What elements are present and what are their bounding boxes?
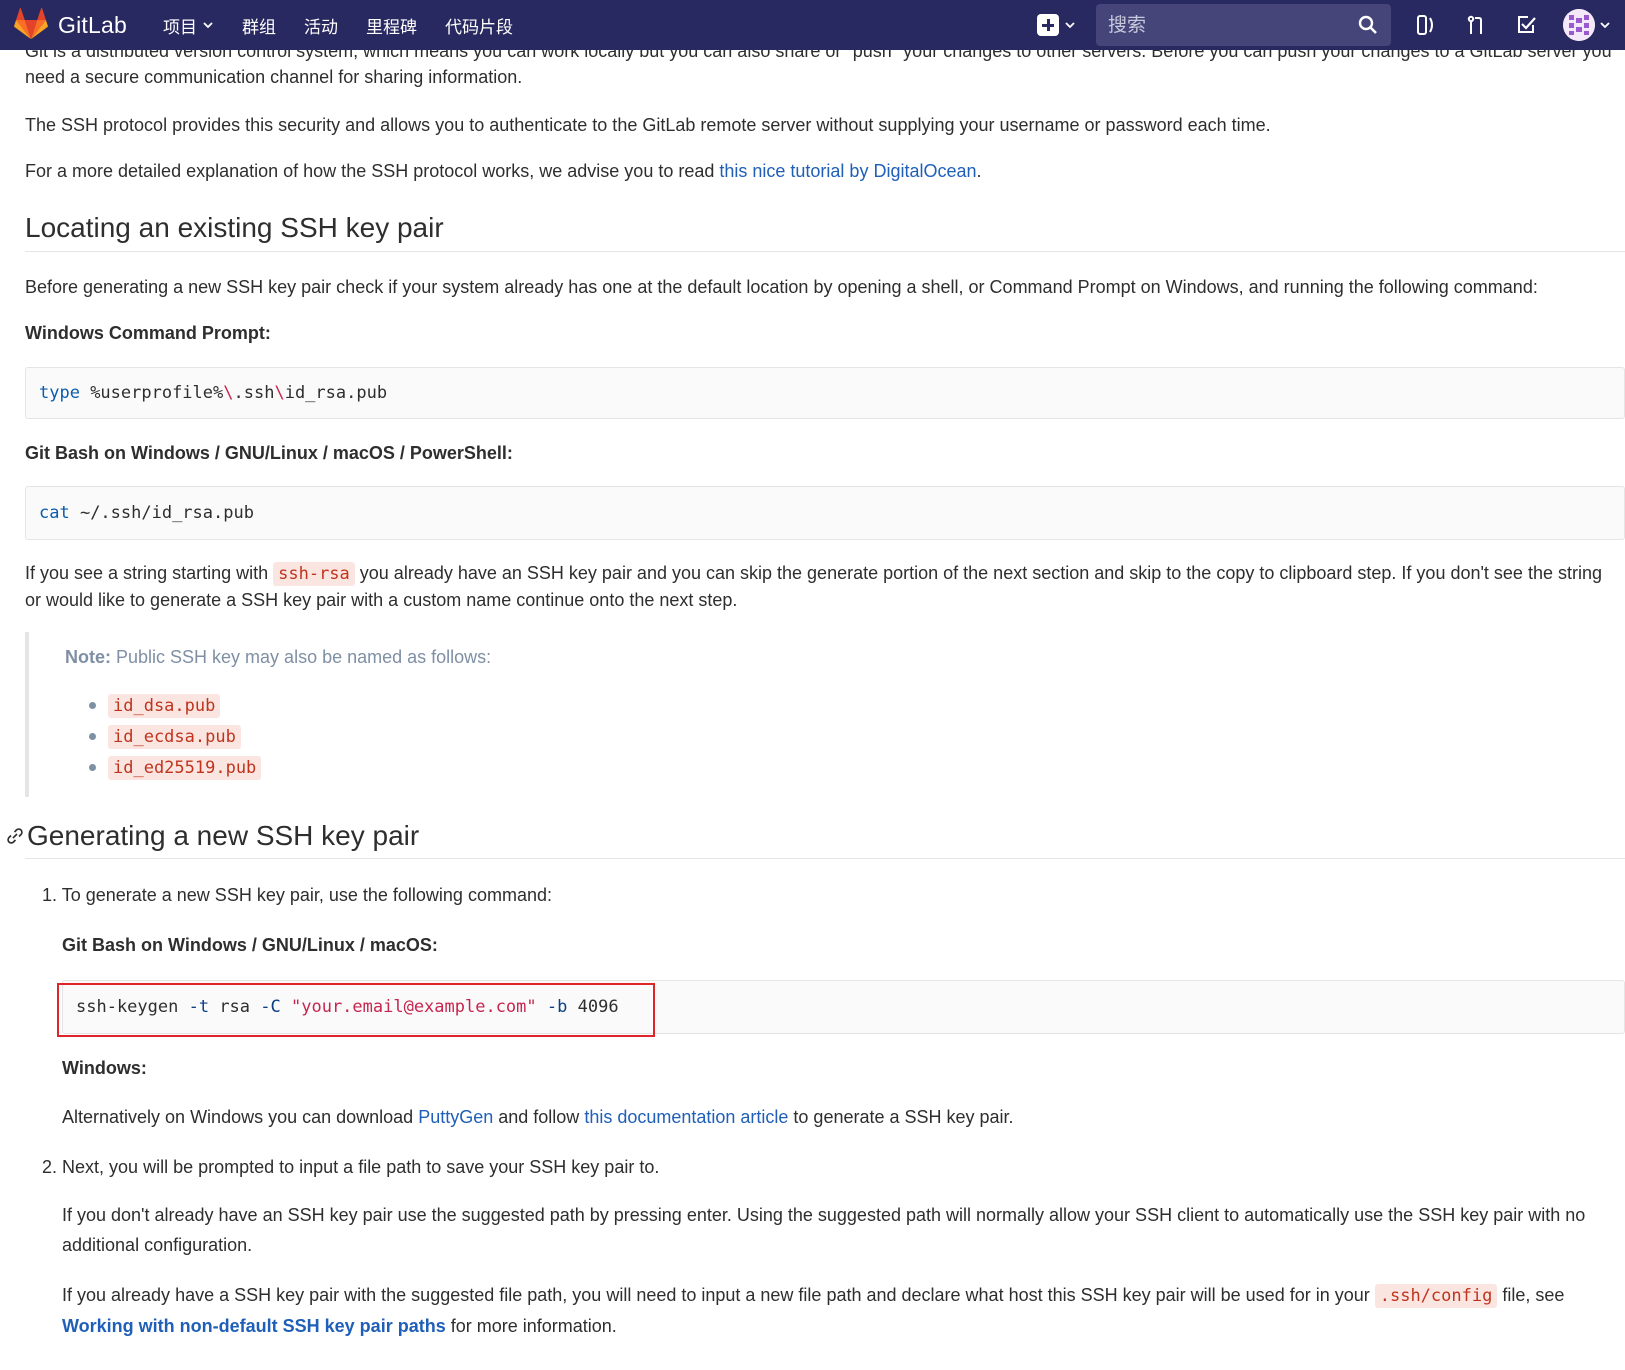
- inline-code: id_ed25519.pub: [108, 755, 262, 780]
- inline-code: id_dsa.pub: [108, 693, 221, 718]
- ifalready-end: for more information.: [445, 1316, 617, 1336]
- inline-code: .ssh/config: [1374, 1284, 1498, 1308]
- nav-snippets[interactable]: 代码片段: [445, 13, 513, 38]
- bullet: [89, 733, 96, 740]
- chevron-down-icon: [203, 22, 213, 29]
- main-nav: 项目 群组 活动 里程碑 代码片段: [163, 13, 541, 38]
- ifsee-prefix: If you see a string starting with: [25, 563, 274, 583]
- list-item: id_ecdsa.pub: [89, 721, 261, 752]
- non-default-paths-link[interactable]: Working with non-default SSH key pair pa…: [62, 1316, 446, 1336]
- locate-heading: Locating an existing SSH key pair: [25, 212, 444, 243]
- alt-suffix: to generate a SSH key pair.: [788, 1107, 1014, 1127]
- nav-activity-label: 活动: [303, 17, 338, 37]
- nav-groups[interactable]: 群组: [242, 13, 276, 38]
- code-escape: \: [274, 383, 285, 403]
- alternatively-paragraph: Alternatively on Windows you can downloa…: [62, 1104, 1014, 1130]
- nav-activity[interactable]: 活动: [304, 13, 338, 38]
- todos-icon[interactable]: [1513, 12, 1539, 38]
- step-2-number: 2.: [42, 1157, 58, 1177]
- code-text: ~/.ssh/id_rsa.pub: [69, 503, 254, 523]
- search-icon[interactable]: [1357, 14, 1379, 36]
- step-1-number: 1.: [42, 885, 58, 905]
- windows-cmd-label: Windows Command Prompt:: [25, 323, 271, 343]
- plus-square-icon: [1037, 14, 1059, 36]
- issues-icon[interactable]: [1413, 12, 1439, 38]
- ifalready-suffix: file, see: [1497, 1285, 1565, 1305]
- code-escape: \: [223, 383, 234, 403]
- note-blockquote: Note: Public SSH key may also be named a…: [25, 632, 625, 797]
- before-paragraph: Before generating a new SSH key pair che…: [25, 277, 1538, 297]
- divider: [25, 251, 1625, 252]
- step-1: 1. To generate a new SSH key pair, use t…: [42, 882, 552, 908]
- nav-projects-label: 项目: [162, 17, 197, 37]
- code-block-gitbash: cat ~/.ssh/id_rsa.pub: [25, 486, 1625, 540]
- gitbash-label: Git Bash on Windows / GNU/Linux / macOS …: [25, 443, 513, 463]
- merge-requests-icon[interactable]: [1463, 12, 1489, 38]
- code-text: .ssh: [233, 383, 275, 403]
- divider: [25, 858, 1625, 859]
- avatar: [1563, 9, 1595, 41]
- note-text: Note: Public SSH key may also be named a…: [65, 644, 491, 670]
- nav-milestones[interactable]: 里程碑: [366, 13, 417, 38]
- code-block-windows: type %userprofile% \ .ssh \ id_rsa.pub: [25, 367, 1625, 419]
- chevron-down-icon: [1600, 22, 1610, 29]
- step-2-text: Next, you will be prompted to input a fi…: [62, 1157, 660, 1177]
- step-2: 2. Next, you will be prompted to input a…: [42, 1154, 659, 1180]
- note-body: Public SSH key may also be named as foll…: [111, 647, 492, 667]
- nav-groups-label: 群组: [241, 17, 276, 37]
- digitalocean-tutorial-link[interactable]: this nice tutorial by DigitalOcean: [719, 161, 976, 181]
- top-navbar: GitLab 项目 群组 活动 里程碑 代码片段: [0, 0, 1625, 50]
- search-input[interactable]: [1108, 14, 1357, 36]
- new-dropdown-button[interactable]: [1037, 14, 1076, 36]
- generate-heading-row: Generating a new SSH key pair: [5, 820, 419, 852]
- code-keyword: type: [39, 383, 80, 403]
- nav-milestones-label: 里程碑: [365, 17, 417, 37]
- highlight-box: [57, 983, 655, 1037]
- nav-projects[interactable]: 项目: [163, 13, 214, 38]
- more-suffix: .: [976, 161, 982, 181]
- code-text: id_rsa.pub: [284, 383, 388, 403]
- nav-right: [1037, 0, 1625, 50]
- inline-code: ssh-rsa: [273, 562, 355, 586]
- more-detail-paragraph: For a more detailed explanation of how t…: [25, 158, 982, 184]
- note-label: Note:: [65, 647, 111, 667]
- list-item: id_dsa.pub: [89, 690, 261, 721]
- ifalready-prefix: If you already have a SSH key pair with …: [62, 1285, 1375, 1305]
- inline-code: id_ecdsa.pub: [108, 724, 241, 749]
- code-text: %userprofile%: [79, 383, 224, 403]
- generate-heading: Generating a new SSH key pair: [27, 820, 420, 851]
- alt-prefix: Alternatively on Windows you can downloa…: [62, 1107, 419, 1127]
- step-1-text: To generate a new SSH key pair, use the …: [61, 885, 552, 905]
- windows-label: Windows:: [62, 1058, 147, 1078]
- chevron-down-icon: [1065, 22, 1075, 29]
- nav-snippets-label: 代码片段: [444, 17, 513, 37]
- documentation-article-link[interactable]: this documentation article: [584, 1107, 788, 1127]
- bullet: [89, 702, 96, 709]
- note-list: id_dsa.pub id_ecdsa.pub id_ed25519.pub: [89, 690, 262, 783]
- alt-mid: and follow: [493, 1107, 585, 1127]
- if-dont-paragraph: If you don't already have an SSH key pai…: [62, 1205, 1586, 1255]
- gitlab-logo-icon: [14, 8, 48, 40]
- ssh-protocol-paragraph: The SSH protocol provides this security …: [25, 115, 1271, 135]
- brand-name: GitLab: [58, 11, 127, 38]
- bullet: [89, 764, 96, 771]
- gitlab-home-link[interactable]: GitLab: [14, 8, 127, 42]
- puttygen-link[interactable]: PuttyGen: [418, 1107, 493, 1127]
- list-item: id_ed25519.pub: [89, 752, 262, 783]
- search-box: [1096, 4, 1391, 46]
- if-you-see-paragraph: If you see a string starting with ssh-rs…: [25, 560, 1615, 613]
- anchor-link-icon[interactable]: [5, 826, 25, 846]
- more-prefix: For a more detailed explanation of how t…: [25, 161, 720, 181]
- gitbash-label-2: Git Bash on Windows / GNU/Linux / macOS:: [62, 935, 438, 955]
- if-already-paragraph: If you already have a SSH key pair with …: [62, 1280, 1622, 1341]
- user-menu[interactable]: [1563, 9, 1611, 41]
- code-keyword: cat: [39, 503, 70, 523]
